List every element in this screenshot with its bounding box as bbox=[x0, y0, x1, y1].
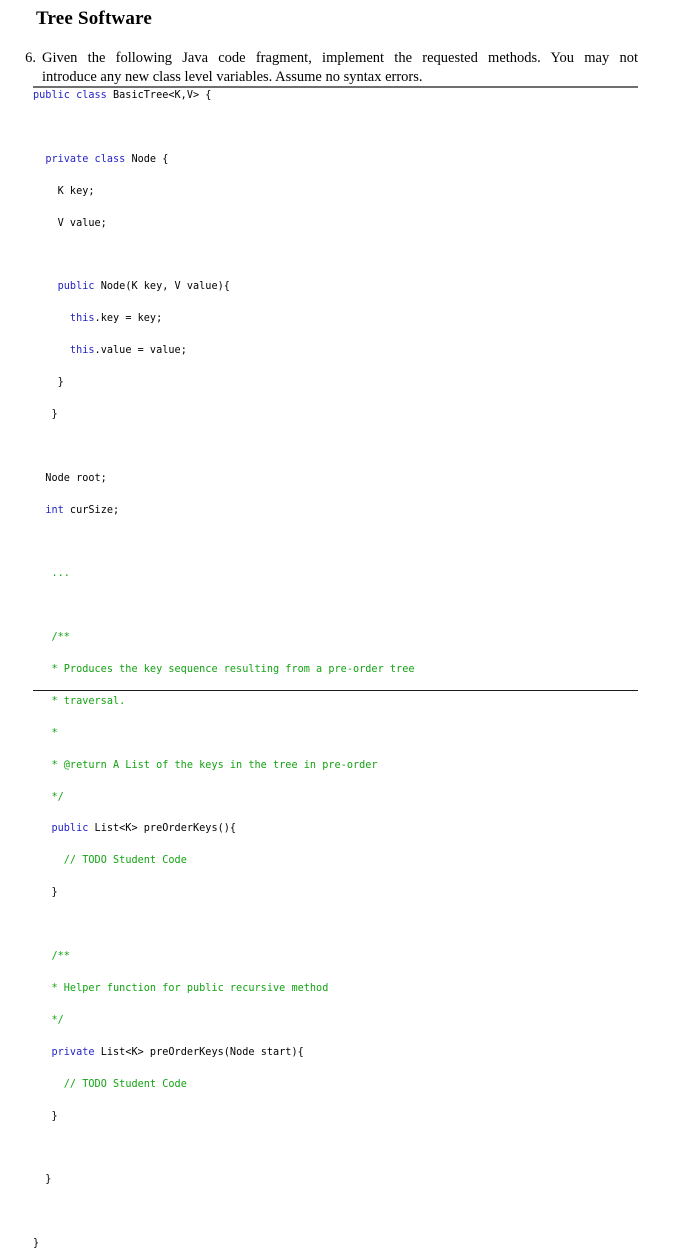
code-line: int curSize; bbox=[33, 503, 638, 519]
code-token-cmt: * bbox=[33, 727, 58, 739]
code-line: public Node(K key, V value){ bbox=[33, 279, 638, 295]
page-title: Tree Software bbox=[36, 8, 153, 29]
code-line: * @return A List of the keys in the tree… bbox=[33, 758, 638, 774]
code-token-pln: } bbox=[33, 408, 58, 420]
code-token-pln bbox=[33, 313, 70, 324]
code-token-pln: } bbox=[33, 1174, 52, 1186]
code-token-pln bbox=[33, 281, 58, 292]
code-token-kw: this bbox=[69, 313, 95, 325]
code-line: this.value = value; bbox=[33, 343, 638, 359]
code-token-pln: List<K> preOrderKeys(){ bbox=[88, 823, 237, 835]
code-token-cmt: * @return A List of the keys in the tree… bbox=[33, 759, 378, 771]
code-token-pln: curSize; bbox=[63, 504, 120, 516]
code-line: } bbox=[33, 885, 638, 901]
code-token-cmt: ... bbox=[33, 568, 70, 580]
code-line: /** bbox=[33, 949, 638, 965]
code-line: */ bbox=[33, 790, 638, 806]
code-rule-bottom bbox=[33, 690, 638, 691]
code-line: * Produces the key sequence resulting fr… bbox=[33, 662, 638, 678]
code-token-pln bbox=[33, 1047, 51, 1058]
code-token-pln: List<K> preOrderKeys(Node start){ bbox=[94, 1046, 304, 1058]
code-line: public List<K> preOrderKeys(){ bbox=[33, 821, 638, 837]
code-listing-block: public class BasicTree<K,V> { private cl… bbox=[33, 86, 638, 1252]
code-token-pln bbox=[33, 345, 70, 356]
code-token-pln: V value; bbox=[33, 217, 107, 229]
code-token-cmt: * Produces the key sequence resulting fr… bbox=[33, 664, 415, 676]
code-token-kw: public bbox=[57, 281, 95, 293]
code-line: } bbox=[33, 375, 638, 391]
problem-item: 6. Given the following Java code fragmen… bbox=[14, 49, 638, 87]
code-token-cmt: /** bbox=[33, 951, 70, 963]
java-code-listing: public class BasicTree<K,V> { private cl… bbox=[33, 88, 638, 1252]
document-page: Tree Software 6. Given the following Jav… bbox=[0, 0, 688, 1249]
code-token-pln: .value = value; bbox=[94, 345, 187, 357]
code-token-pln: } bbox=[33, 1238, 40, 1250]
code-line: * Helper function for public recursive m… bbox=[33, 981, 638, 997]
code-token-pln: Node(K key, V value){ bbox=[94, 281, 230, 293]
code-line: ... bbox=[33, 566, 638, 582]
code-token-kw: int bbox=[45, 504, 64, 516]
problem-number: 6. bbox=[25, 50, 36, 66]
code-token-pln bbox=[33, 154, 45, 165]
code-line: } bbox=[33, 1109, 638, 1125]
code-line: K key; bbox=[33, 184, 638, 200]
code-token-cmt: */ bbox=[33, 791, 64, 803]
code-line: Node root; bbox=[33, 471, 638, 487]
code-token-cmt: */ bbox=[33, 1014, 64, 1026]
code-token-kw: public class bbox=[33, 90, 107, 101]
code-token-pln bbox=[33, 505, 45, 516]
code-token-kw: public bbox=[51, 823, 89, 835]
code-line: // TODO Student Code bbox=[33, 853, 638, 869]
code-line: */ bbox=[33, 1013, 638, 1029]
code-token-pln: } bbox=[33, 377, 64, 389]
code-token-cmt: // TODO Student Code bbox=[63, 855, 187, 867]
code-token-pln bbox=[33, 1079, 64, 1090]
code-line: /** bbox=[33, 630, 638, 646]
code-line: this.key = key; bbox=[33, 311, 638, 327]
code-line: * traversal. bbox=[33, 694, 638, 710]
code-token-kw: this bbox=[69, 345, 95, 357]
code-line: } bbox=[33, 407, 638, 423]
code-token-kw: private bbox=[51, 1046, 95, 1058]
code-token-pln: BasicTree<K,V> { bbox=[106, 90, 212, 101]
code-line: } bbox=[33, 1172, 638, 1188]
code-token-pln: Node { bbox=[125, 153, 169, 165]
code-token-pln: .key = key; bbox=[94, 313, 163, 325]
code-token-pln: K key; bbox=[33, 185, 95, 197]
code-token-pln: Node root; bbox=[33, 472, 107, 484]
code-token-pln: } bbox=[33, 1110, 58, 1122]
code-line: private class Node { bbox=[33, 152, 638, 168]
code-token-cmt: // TODO Student Code bbox=[63, 1078, 187, 1090]
code-token-cmt: /** bbox=[33, 632, 70, 644]
code-line: // TODO Student Code bbox=[33, 1077, 638, 1093]
code-token-kw: private class bbox=[45, 153, 126, 165]
code-token-pln: } bbox=[33, 887, 58, 899]
code-line: private List<K> preOrderKeys(Node start)… bbox=[33, 1045, 638, 1061]
code-line: public class BasicTree<K,V> { bbox=[33, 88, 638, 104]
code-token-pln bbox=[33, 823, 51, 834]
code-line: V value; bbox=[33, 216, 638, 232]
code-line: * bbox=[33, 726, 638, 742]
problem-statement-line-1: Given the following Java code fragment, … bbox=[42, 50, 638, 66]
code-line: } bbox=[33, 1236, 638, 1252]
code-token-cmt: * Helper function for public recursive m… bbox=[33, 982, 329, 994]
problem-statement: Given the following Java code fragment, … bbox=[42, 49, 638, 87]
problem-statement-line-2: introduce any new class level variables.… bbox=[42, 69, 423, 85]
code-token-pln bbox=[33, 855, 64, 866]
code-token-cmt: * traversal. bbox=[33, 695, 126, 707]
